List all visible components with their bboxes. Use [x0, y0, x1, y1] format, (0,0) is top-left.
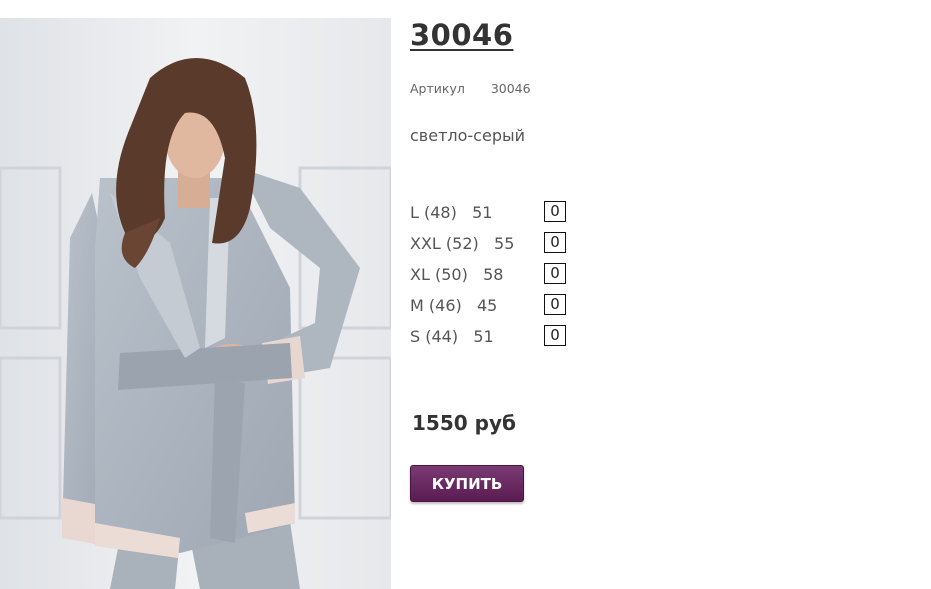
size-row-m: M (46) 45 [410, 294, 610, 325]
buy-button[interactable]: КУПИТЬ [410, 465, 524, 502]
qty-input-s[interactable] [544, 325, 566, 346]
qty-input-xl[interactable] [544, 263, 566, 284]
price: 1550 руб [412, 411, 516, 435]
product-photo [0, 18, 391, 589]
size-row-xl: XL (50) 58 [410, 263, 610, 294]
size-row-l: L (48) 51 [410, 201, 610, 232]
sku-value: 30046 [490, 81, 531, 96]
size-label: L (48) 51 [410, 203, 493, 222]
size-label: S (44) 51 [410, 327, 494, 346]
size-label: XL (50) 58 [410, 265, 504, 284]
qty-input-l[interactable] [544, 201, 566, 222]
size-row-s: S (44) 51 [410, 325, 610, 356]
qty-input-xxl[interactable] [544, 232, 566, 253]
size-label: M (46) 45 [410, 296, 498, 315]
qty-input-m[interactable] [544, 294, 566, 315]
sku-line: Артикул 30046 [410, 81, 531, 96]
color-name: светло-серый [410, 126, 526, 145]
size-label: XXL (52) 55 [410, 234, 515, 253]
size-list: L (48) 51 XXL (52) 55 XL (50) 58 M (46) … [410, 201, 610, 356]
product-title[interactable]: 30046 [410, 18, 513, 52]
sku-label: Артикул [410, 81, 465, 96]
size-row-xxl: XXL (52) 55 [410, 232, 610, 263]
